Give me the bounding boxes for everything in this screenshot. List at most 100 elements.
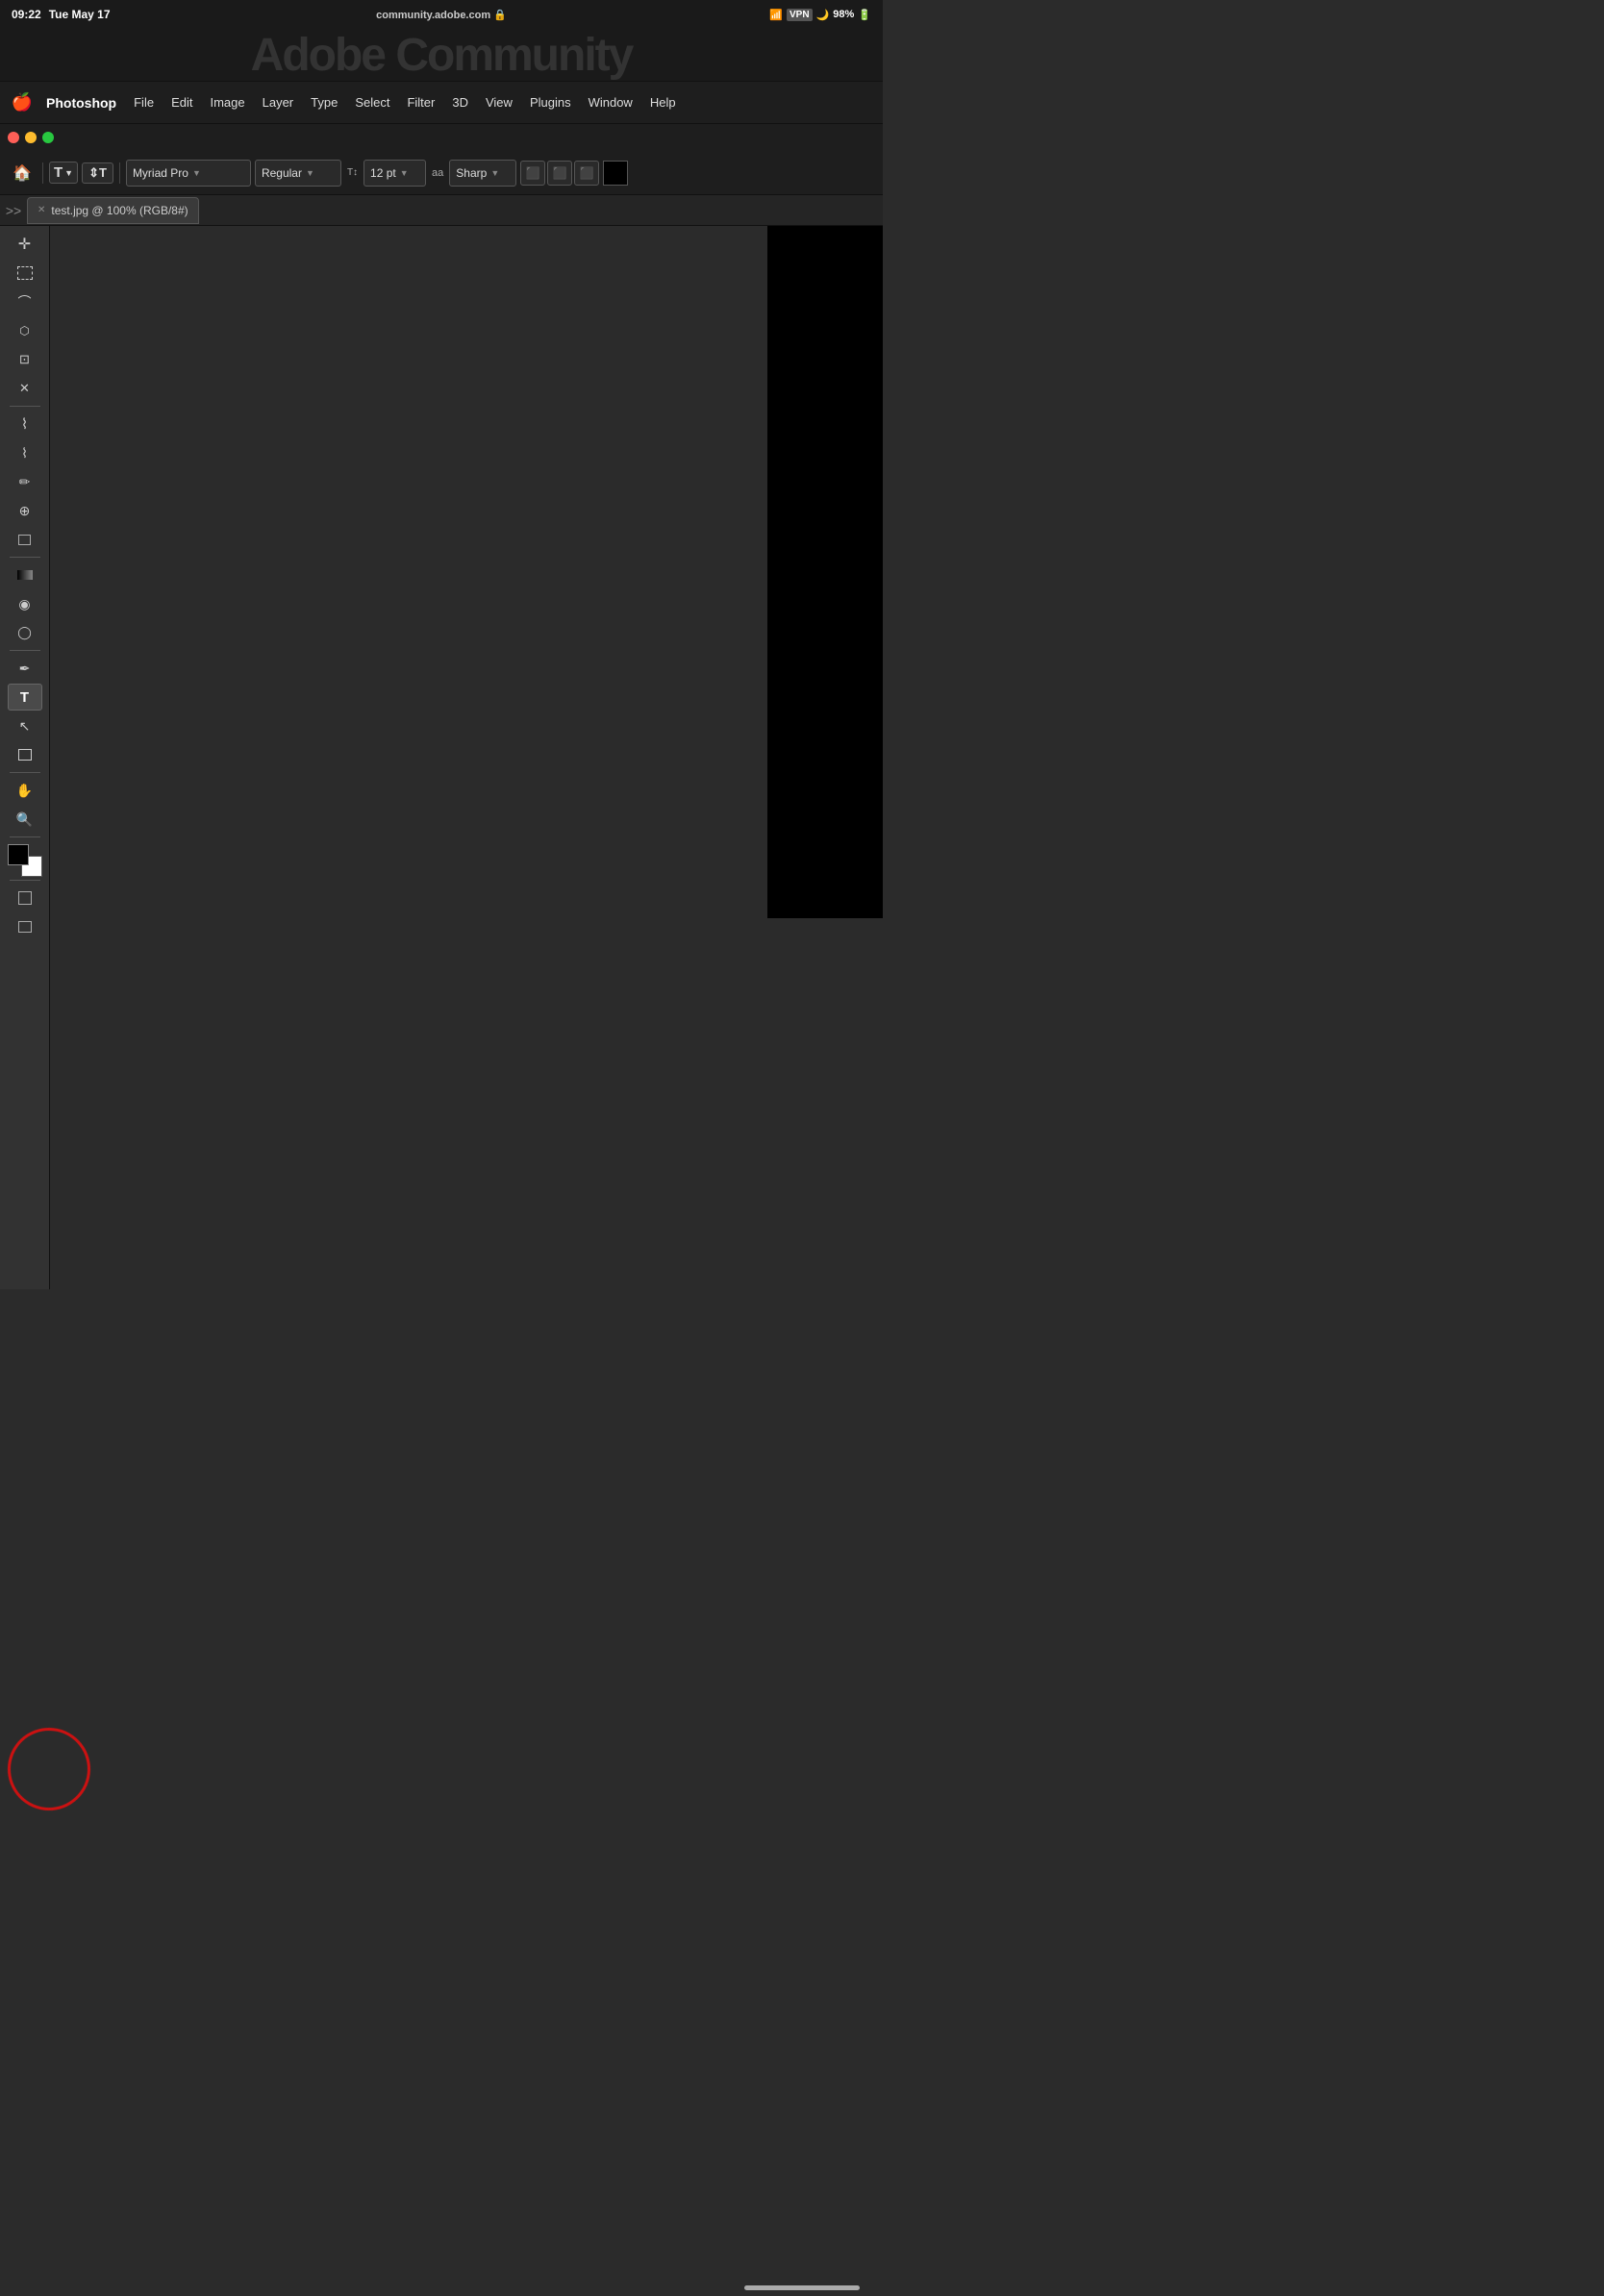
status-bar-url: community.adobe.com 🔒	[376, 9, 507, 21]
text-tool-dropdown-arrow: ▼	[64, 168, 73, 178]
menu-3d[interactable]: 3D	[444, 91, 476, 113]
status-bar: 09:22 Tue May 17 community.adobe.com 🔒 📶…	[0, 0, 883, 29]
font-size-arrow: ▼	[400, 168, 409, 178]
red-circle-annotation	[1, 1721, 97, 1817]
pencil-tool[interactable]: ✏	[8, 468, 42, 495]
type-icon: T	[20, 689, 29, 706]
status-time: 09:22	[12, 8, 41, 21]
clone-stamp-tool[interactable]: ⊕	[8, 497, 42, 524]
document-tab[interactable]: ✕ test.jpg @ 100% (RGB/8#)	[27, 197, 199, 224]
home-indicator[interactable]	[744, 2285, 860, 2290]
dodge-tool[interactable]: ◯	[8, 619, 42, 646]
eyedropper-tool[interactable]: ⌇	[8, 411, 42, 437]
path-selection-tool[interactable]: ↖	[8, 712, 42, 739]
screen-mode-icon	[18, 921, 32, 933]
menu-help[interactable]: Help	[642, 91, 684, 113]
home-button[interactable]: 🏠	[8, 159, 37, 187]
font-family-value: Myriad Pro	[133, 166, 188, 180]
eraser-tool[interactable]	[8, 526, 42, 553]
polygonal-lasso-icon: ⬡	[19, 324, 29, 337]
tool-sep-4	[10, 772, 40, 773]
window-close-button[interactable]	[8, 132, 19, 143]
move-tool[interactable]: ✛	[8, 231, 42, 258]
toolbar-separator-2	[119, 162, 120, 184]
gradient-tool[interactable]	[8, 562, 42, 588]
document-tab-bar: >> ✕ test.jpg @ 100% (RGB/8#)	[0, 195, 883, 226]
apple-menu[interactable]: 🍎	[8, 88, 37, 117]
hand-icon: ✋	[16, 783, 33, 799]
align-right-icon: ⬛	[580, 166, 594, 180]
quick-mask-icon	[18, 891, 32, 905]
text-orientation-icon: ⇕T	[88, 165, 107, 181]
align-left-icon: ⬛	[526, 166, 540, 180]
antialiasing-value: Sharp	[456, 166, 487, 180]
marquee-tool[interactable]	[8, 260, 42, 287]
app-name[interactable]: Photoshop	[38, 91, 124, 114]
hand-tool[interactable]: ✋	[8, 777, 42, 804]
canvas-area	[50, 226, 883, 1289]
font-family-arrow: ▼	[192, 168, 201, 178]
pen-icon: ✒	[19, 661, 31, 677]
menu-select[interactable]: Select	[347, 91, 397, 113]
slice-tool-icon: ✕	[19, 381, 30, 396]
blur-icon: ◉	[18, 596, 30, 612]
text-color-swatch[interactable]	[603, 161, 628, 186]
font-size-dropdown[interactable]: 12 pt ▼	[363, 160, 426, 187]
font-style-value: Regular	[262, 166, 302, 180]
crop-tool[interactable]: ⊡	[8, 346, 42, 373]
main-workspace: ✛ ⌒ ⬡ ⊡ ✕ ⌇ ⌇ ✏	[0, 226, 883, 1289]
antialiasing-dropdown[interactable]: Sharp ▼	[449, 160, 516, 187]
clone-stamp-icon: ⊕	[19, 503, 31, 519]
blur-tool[interactable]: ◉	[8, 590, 42, 617]
menu-image[interactable]: Image	[202, 91, 252, 113]
lasso-tool[interactable]: ⌒	[8, 288, 42, 315]
tab-more-button[interactable]: >>	[4, 201, 23, 220]
menu-edit[interactable]: Edit	[163, 91, 200, 113]
font-size-value: 12 pt	[370, 166, 396, 180]
font-style-arrow: ▼	[306, 168, 314, 178]
screen-mode-button[interactable]	[8, 913, 42, 940]
menu-filter[interactable]: Filter	[399, 91, 442, 113]
pen-tool[interactable]: ✒	[8, 655, 42, 682]
brush-icon: ⌇	[21, 445, 28, 462]
font-size-icon: T↕	[345, 167, 360, 178]
type-tool[interactable]: T	[8, 684, 42, 711]
menu-view[interactable]: View	[478, 91, 520, 113]
side-panel	[767, 226, 883, 918]
menu-file[interactable]: File	[126, 91, 162, 113]
antialiasing-label: aa	[430, 167, 445, 179]
app-menu-bar: 🍎 Photoshop File Edit Image Layer Type S…	[0, 82, 883, 124]
gradient-icon	[17, 570, 33, 580]
window-maximize-button[interactable]	[42, 132, 54, 143]
brush-tool[interactable]: ⌇	[8, 439, 42, 466]
moon-icon: 🌙	[816, 9, 830, 21]
font-family-dropdown[interactable]: Myriad Pro ▼	[126, 160, 251, 187]
text-orientation-button[interactable]: ⇕T	[82, 162, 113, 184]
tool-sep-2	[10, 557, 40, 558]
window-controls	[0, 124, 883, 151]
vpn-badge: VPN	[787, 9, 813, 21]
menu-plugins[interactable]: Plugins	[522, 91, 579, 113]
align-center-button[interactable]: ⬛	[547, 161, 572, 186]
align-left-button[interactable]: ⬛	[520, 161, 545, 186]
quick-mask-button[interactable]	[8, 885, 42, 911]
text-tool-selector[interactable]: T ▼	[49, 162, 78, 184]
menu-layer[interactable]: Layer	[255, 91, 302, 113]
align-right-button[interactable]: ⬛	[574, 161, 599, 186]
zoom-icon: 🔍	[16, 811, 33, 828]
font-style-dropdown[interactable]: Regular ▼	[255, 160, 341, 187]
zoom-tool[interactable]: 🔍	[8, 806, 42, 833]
tool-sep-6	[10, 880, 40, 881]
tab-close-button[interactable]: ✕	[38, 205, 45, 215]
path-selection-icon: ↖	[19, 718, 31, 735]
crop-tool-icon: ⊡	[19, 352, 30, 367]
shape-tool[interactable]	[8, 741, 42, 768]
align-center-icon: ⬛	[553, 166, 567, 180]
window-minimize-button[interactable]	[25, 132, 37, 143]
slice-tool[interactable]: ✕	[8, 375, 42, 402]
menu-type[interactable]: Type	[303, 91, 345, 113]
menu-window[interactable]: Window	[581, 91, 640, 113]
polygonal-lasso-tool[interactable]: ⬡	[8, 317, 42, 344]
battery-level: 98%	[833, 9, 854, 20]
foreground-color-swatch[interactable]	[8, 844, 29, 865]
